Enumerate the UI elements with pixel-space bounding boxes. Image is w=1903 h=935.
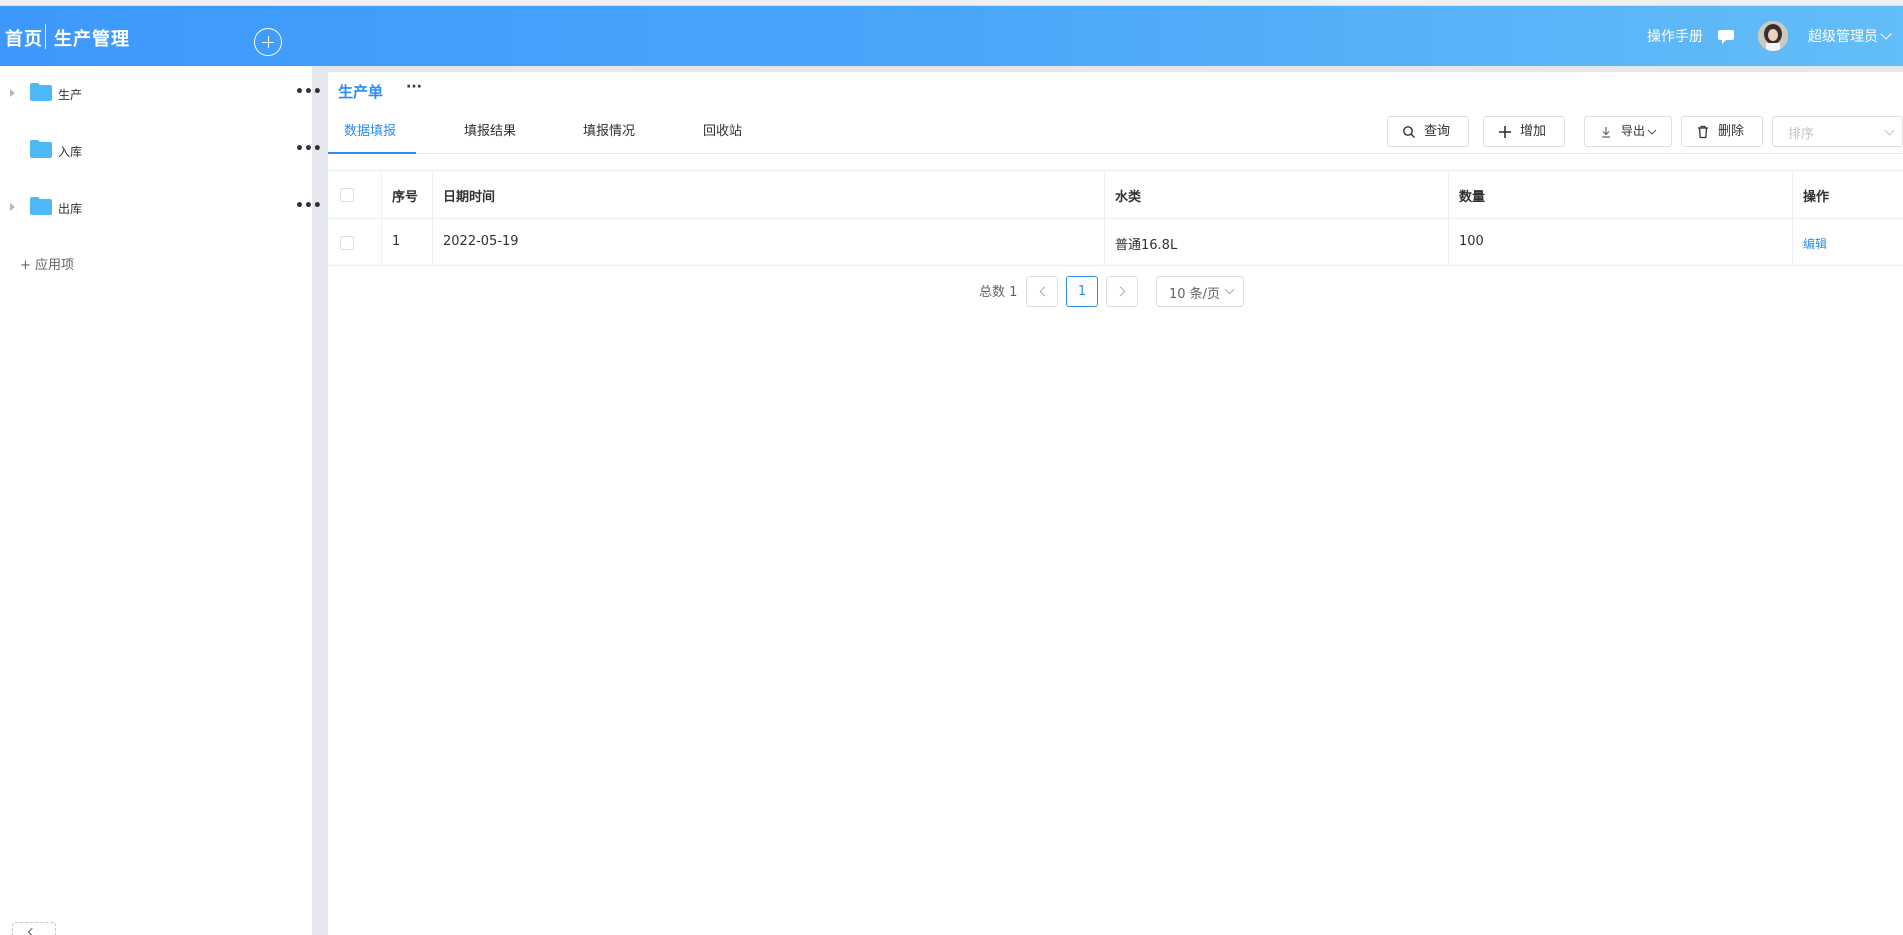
cell-text: 100 — [1459, 234, 1484, 249]
cell-actions: 编辑 — [1793, 219, 1903, 265]
tab-recycle-bin[interactable]: 回收站 — [703, 122, 742, 154]
sort-placeholder: 排序 — [1788, 127, 1815, 142]
plus-icon — [1499, 126, 1511, 138]
row-select-cell — [328, 219, 382, 265]
delete-button[interactable]: 删除 — [1681, 116, 1763, 147]
chevron-left-icon — [27, 927, 37, 935]
manual-link[interactable]: 操作手册 — [1647, 26, 1703, 46]
page-number-button[interactable]: 1 — [1066, 276, 1098, 307]
chevron-down-icon — [1647, 129, 1657, 135]
caret-right-icon[interactable] — [10, 89, 15, 97]
user-name[interactable]: 超级管理员 — [1808, 26, 1878, 46]
tab-data-entry[interactable]: 数据填报 — [328, 122, 416, 154]
export-button[interactable]: 导出 — [1584, 116, 1672, 147]
folder-icon — [30, 197, 52, 215]
edit-link[interactable]: 编辑 — [1803, 235, 1827, 252]
add-label: 增加 — [1520, 124, 1547, 139]
chat-bubble-icon[interactable] — [1717, 27, 1737, 47]
cell-text: 普通16.8L — [1115, 238, 1178, 253]
delete-label: 删除 — [1718, 124, 1745, 139]
trash-icon — [1698, 125, 1708, 139]
pagination-total: 总数 1 — [979, 285, 1018, 300]
cell-quantity: 100 — [1449, 219, 1793, 265]
add-app-item-button[interactable]: + 应用项 — [20, 254, 74, 273]
column-header-label: 序号 — [392, 190, 419, 205]
chevron-right-icon — [1115, 286, 1126, 297]
page-size-select[interactable]: 10 条/页 — [1156, 276, 1244, 307]
cell-text: 2022-05-19 — [443, 234, 519, 249]
more-icon[interactable]: ••• — [295, 84, 322, 100]
select-all-cell — [328, 171, 382, 218]
app-title: 生产管理 — [54, 29, 130, 50]
header-divider — [45, 24, 46, 49]
search-icon — [1403, 126, 1415, 138]
cell-datetime: 2022-05-19 — [433, 219, 1105, 265]
next-page-button[interactable] — [1106, 276, 1138, 307]
column-header-water-type: 水类 — [1105, 171, 1449, 218]
more-icon[interactable]: ••• — [295, 198, 322, 214]
tab-entry-status[interactable]: 填报情况 — [583, 122, 635, 154]
folder-icon — [30, 83, 52, 101]
sidebar-item-label: 出库 — [58, 202, 83, 216]
download-icon — [1602, 127, 1610, 138]
sidebar-item-label: 入库 — [58, 145, 83, 159]
column-header-label: 水类 — [1115, 190, 1142, 205]
caret-right-icon[interactable] — [10, 203, 15, 211]
app-header: 首页 生产管理 操作手册 超级管理员 — [0, 6, 1903, 66]
query-label: 查询 — [1424, 124, 1451, 139]
more-icon[interactable]: ••• — [295, 141, 322, 157]
cell-index: 1 — [382, 219, 433, 265]
tab-entry-results[interactable]: 填报结果 — [464, 122, 516, 154]
chevron-down-icon — [1884, 125, 1895, 136]
sort-select[interactable]: 排序 — [1772, 116, 1903, 147]
column-header-label: 日期时间 — [443, 190, 496, 205]
add-button[interactable]: 增加 — [1483, 116, 1565, 147]
cell-water-type: 普通16.8L — [1105, 219, 1449, 265]
sidebar-item-inbound[interactable]: 入库 ••• — [0, 131, 322, 171]
sidebar: 生产 ••• 入库 ••• 出库 ••• + 应用项 — [0, 66, 322, 935]
folder-icon — [30, 140, 52, 158]
column-header-datetime: 日期时间 — [433, 171, 1105, 218]
column-header-label: 操作 — [1803, 190, 1830, 205]
home-link[interactable]: 首页 — [5, 25, 43, 51]
chevron-down-icon[interactable] — [1880, 28, 1892, 40]
form-panel: 生产单 ··· 数据填报 填报结果 填报情况 回收站 查询 增加 导出 删除 排… — [328, 72, 1903, 935]
chevron-left-icon — [1039, 286, 1050, 297]
table-header-row: 序号 日期时间 水类 数量 操作 — [328, 170, 1903, 218]
table-row: 1 2022-05-19 普通16.8L 100 编辑 — [328, 218, 1903, 266]
avatar[interactable] — [1758, 21, 1788, 51]
sidebar-item-production[interactable]: 生产 ••• — [0, 74, 322, 114]
collapse-sidebar-button[interactable] — [12, 922, 56, 935]
form-title: 生产单 — [338, 83, 384, 101]
select-all-checkbox[interactable] — [340, 188, 354, 202]
page-size-label: 10 条/页 — [1169, 287, 1221, 302]
column-header-quantity: 数量 — [1449, 171, 1793, 218]
chevron-down-icon — [1224, 284, 1235, 295]
form-more-icon[interactable]: ··· — [406, 79, 422, 95]
sidebar-item-outbound[interactable]: 出库 ••• — [0, 188, 322, 228]
add-circle-icon[interactable] — [254, 28, 282, 56]
row-checkbox[interactable] — [340, 236, 354, 250]
column-header-actions: 操作 — [1793, 171, 1903, 218]
prev-page-button[interactable] — [1026, 276, 1058, 307]
column-header-index: 序号 — [382, 171, 433, 218]
sidebar-item-label: 生产 — [58, 88, 83, 102]
column-header-label: 数量 — [1459, 190, 1486, 205]
cell-text: 1 — [392, 234, 401, 249]
export-label: 导出 — [1621, 124, 1646, 138]
query-button[interactable]: 查询 — [1387, 116, 1469, 147]
